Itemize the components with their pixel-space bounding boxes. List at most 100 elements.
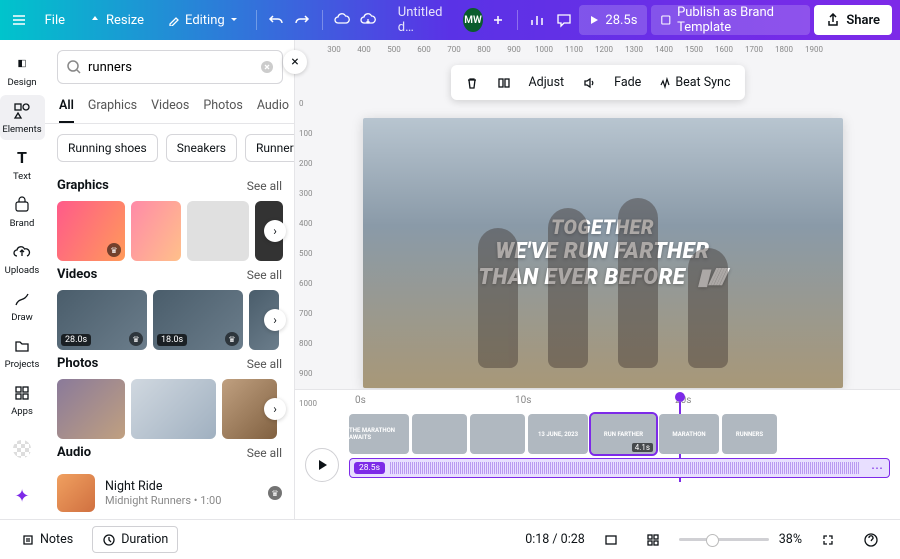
timeline-clip[interactable] [470,414,525,454]
beat-sync-button[interactable]: Beat Sync [651,69,738,96]
timeline-clip[interactable]: RUN FARTHER4.1s [591,414,656,454]
ruler-vertical: 01002003004005006007008009001000 [299,88,317,418]
play-button[interactable] [305,448,339,482]
comment-icon[interactable] [553,6,576,34]
file-menu[interactable]: File [35,6,75,34]
graphic-thumb[interactable] [131,201,181,261]
audio-item[interactable]: Night RideMidnight Runners • 1:00 ♛ [57,468,282,518]
ruler-horizontal: 3004005006007008009001000110012001300140… [295,40,900,58]
see-all-link[interactable]: See all [247,357,282,371]
redo-icon[interactable] [291,6,314,34]
zoom-level: 38% [779,532,802,547]
close-panel-icon[interactable]: × [283,50,307,74]
cloud-save-icon[interactable] [331,6,354,34]
rail-text[interactable]: TText [0,142,45,187]
canvas[interactable]: TOGETHER WE'VE RUN FARTHER THAN EVER BEF… [363,118,843,388]
timeline-clip[interactable]: 13 JUNE, 2023 [528,414,588,454]
chevron-right-icon[interactable]: › [264,220,286,242]
search-icon [66,59,82,75]
split-icon[interactable] [488,70,518,96]
rail-uploads[interactable]: Uploads [0,236,45,281]
graphic-thumb[interactable] [187,201,249,261]
premium-icon: ♛ [129,332,143,346]
section-title: Photos [57,356,98,371]
audio-artwork [57,474,95,512]
premium-icon: ♛ [225,332,239,346]
video-track[interactable]: THE MARATHON AWAITS 13 JUNE, 2023RUN FART… [349,414,890,454]
cloud-sync-icon[interactable] [357,6,380,34]
photo-thumb[interactable] [57,379,125,439]
photo-thumb[interactable] [131,379,216,439]
waveform [390,462,859,474]
clear-search-icon[interactable] [260,60,274,74]
chip[interactable]: Running shoes [57,134,158,162]
timeline-clip[interactable]: THE MARATHON AWAITS [349,414,409,454]
chip[interactable]: Sneakers [166,134,237,162]
timeline-clip[interactable]: RUNNERS [722,414,777,454]
see-all-link[interactable]: See all [247,179,282,193]
section-title: Audio [57,445,91,460]
rail-projects[interactable]: Projects [0,331,45,376]
chip[interactable]: Runner [245,134,295,162]
notes-button[interactable]: Notes [12,527,82,552]
doc-title[interactable]: Untitled d… [388,6,460,34]
premium-icon: ♛ [107,243,121,257]
timeline-clip[interactable]: MARATHON [659,414,719,454]
section-title: Videos [57,267,97,282]
rail-background[interactable] [0,427,45,472]
duration-button[interactable]: Duration [92,526,178,553]
rail-brand[interactable]: Brand [0,189,45,234]
share-button[interactable]: Share [814,5,892,35]
video-thumb[interactable]: 18.0s♛ [153,290,243,350]
audio-track[interactable]: 28.5s ⋯ [349,458,890,478]
avatar[interactable]: MW [463,8,482,32]
time-ruler: 0s10s20s [295,390,900,410]
canvas-area: × 30040050060070080090010001100120013001… [295,40,900,519]
help-icon[interactable] [854,527,888,553]
preview-play-button[interactable]: 28.5s [579,5,647,35]
timeline-clip[interactable] [412,414,467,454]
delete-icon[interactable] [456,70,486,96]
tab-photos[interactable]: Photos [203,92,242,123]
editing-menu[interactable]: Editing [158,6,248,34]
search-input[interactable] [88,60,254,75]
chevron-right-icon[interactable]: › [264,309,286,331]
tab-videos[interactable]: Videos [151,92,189,123]
resize-menu[interactable]: Resize [79,6,154,34]
suggestion-chips: Running shoes Sneakers Runner › [45,124,294,172]
side-rail: ◧Design Elements TText Brand Uploads Dra… [0,40,45,519]
analytics-icon[interactable] [526,6,549,34]
rail-magic[interactable]: ✦ [0,474,45,519]
fade-button[interactable]: Fade [606,69,649,96]
search-input-wrap[interactable] [57,50,283,84]
publish-button[interactable]: Publish as Brand Template [651,5,810,35]
grid-view-icon[interactable] [637,528,669,552]
chevron-right-icon[interactable]: › [264,398,286,420]
volume-icon[interactable] [574,70,604,96]
tab-all[interactable]: All [59,92,74,123]
rail-elements[interactable]: Elements [0,95,45,140]
menu-icon[interactable] [8,6,31,34]
rail-apps[interactable]: Apps [0,378,45,423]
see-all-link[interactable]: See all [247,446,282,460]
add-member-icon[interactable] [487,6,510,34]
playhead[interactable] [675,392,685,402]
graphic-thumb[interactable]: ♛ [57,201,125,261]
top-bar: File Resize Editing Untitled d… MW 28.5s… [0,0,900,40]
audio-item[interactable]: Blue Moon [57,518,282,519]
more-icon[interactable]: ⋯ [871,461,883,475]
adjust-button[interactable]: Adjust [520,69,572,96]
bottom-bar: Notes Duration 0:18 / 0:28 38% [0,519,900,559]
timeline: 0s10s20s THE MARATHON AWAITS 13 JUNE, 202… [295,389,900,519]
fullscreen-icon[interactable] [812,528,844,552]
elements-panel: All Graphics Videos Photos Audio Running… [45,40,295,519]
see-all-link[interactable]: See all [247,268,282,282]
pages-view-icon[interactable] [595,528,627,552]
tab-audio[interactable]: Audio [257,92,289,123]
undo-icon[interactable] [265,6,288,34]
tab-graphics[interactable]: Graphics [88,92,137,123]
video-thumb[interactable]: 28.0s♛ [57,290,147,350]
rail-draw[interactable]: Draw [0,283,45,328]
zoom-slider[interactable] [679,538,769,541]
rail-design[interactable]: ◧Design [0,48,45,93]
